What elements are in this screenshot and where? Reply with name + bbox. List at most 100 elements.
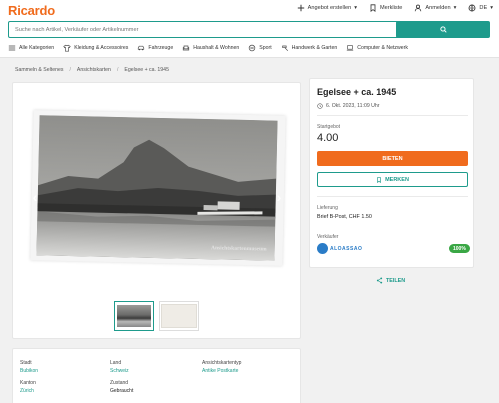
login-link[interactable]: Anmelden ▾ <box>414 4 456 12</box>
detail-key: Zustand <box>110 380 129 386</box>
chevron-down-icon: ▾ <box>354 5 357 11</box>
user-icon <box>415 4 422 12</box>
breadcrumb-item-current: Egelsee + ca. 1945 <box>124 67 169 73</box>
end-date: 6. Okt. 2023, 11:09 Uhr <box>317 103 380 109</box>
category-label: Computer & Netzwerk <box>357 45 408 51</box>
next-image-button[interactable]: › <box>274 188 284 206</box>
breadcrumb-item[interactable]: Ansichtskarten <box>77 67 111 73</box>
globe-icon <box>468 4 476 12</box>
thumbnail-image <box>117 305 151 327</box>
sofa-icon <box>183 45 190 51</box>
seller-name: ALOASSAO <box>330 245 363 252</box>
category-computer[interactable]: Computer & Netzwerk <box>346 44 408 52</box>
shirt-icon <box>63 44 71 52</box>
detail-value-link[interactable]: Bubikon <box>20 368 38 374</box>
chevron-down-icon: ▾ <box>490 5 493 11</box>
listing-panel: Egelsee + ca. 1945 6. Okt. 2023, 11:09 U… <box>309 78 474 268</box>
category-label: Handwerk & Garten <box>291 45 338 51</box>
end-date-text: 6. Okt. 2023, 11:09 Uhr <box>326 103 380 109</box>
price: 4.00 <box>317 132 339 144</box>
bid-button[interactable]: BIETEN <box>317 151 468 166</box>
chevron-right-icon: › <box>276 189 282 205</box>
search-box <box>8 21 408 38</box>
sell-link[interactable]: Angebot erstellen ▾ <box>297 4 357 12</box>
item-details: Stadt Bubikon Land Schweiz Ansichtskarte… <box>12 348 301 403</box>
top-bar: Ricardo Angebot erstellen ▾ Merkliste An… <box>0 0 499 58</box>
postcard-photo-drawing <box>36 115 278 261</box>
plus-icon <box>297 4 304 12</box>
laptop-icon <box>347 45 354 51</box>
category-all[interactable]: Alle Kategorien <box>8 44 54 52</box>
category-label: Kleidung & Accessoires <box>74 45 129 51</box>
bookmark-icon <box>370 4 376 12</box>
ball-icon <box>249 44 256 52</box>
category-label: Alle Kategorien <box>19 45 55 51</box>
detail-country: Land Schweiz <box>110 360 129 374</box>
detail-city: Stadt Bubikon <box>20 360 38 374</box>
detail-key: Stadt <box>20 360 32 366</box>
image-gallery: Ansichtskartenmuseum ‹ › <box>12 82 301 339</box>
thumbnail-2[interactable] <box>159 301 199 331</box>
sell-label: Angebot erstellen <box>307 5 352 11</box>
start-bid-label: Startgebot <box>317 124 341 130</box>
hammer-icon <box>281 45 288 52</box>
detail-value-link[interactable]: Antike Postkarte <box>202 368 241 374</box>
category-household[interactable]: Haushalt & Wohnen <box>182 44 239 52</box>
seller-label: Verkäufer <box>317 234 339 240</box>
chevron-left-icon: ‹ <box>32 189 38 205</box>
detail-card-type: Ansichtskartentyp Antike Postkarte <box>202 360 241 374</box>
chevron-down-icon: ▾ <box>453 5 457 11</box>
share-icon <box>376 277 383 284</box>
watch-label: MERKEN <box>385 176 409 183</box>
language-select[interactable]: DE ▾ <box>468 4 493 12</box>
watchlist-link[interactable]: Merkliste <box>369 4 402 12</box>
divider <box>317 115 468 116</box>
category-craft-garden[interactable]: Handwerk & Garten <box>281 44 338 52</box>
detail-value: Gebraucht <box>110 387 134 394</box>
delivery-value: Brief B-Post, CHF 1.50 <box>317 214 372 220</box>
breadcrumb-separator: / <box>69 67 71 73</box>
breadcrumb-item[interactable]: Sammeln & Seltenes <box>15 67 63 73</box>
category-nav: Alle Kategorien Kleidung & Accessoires F… <box>8 44 408 52</box>
divider <box>317 196 468 197</box>
detail-condition: Zustand Gebraucht <box>110 380 133 394</box>
category-clothing[interactable]: Kleidung & Accessoires <box>63 44 128 52</box>
thumbnail-image <box>161 304 197 328</box>
thumbnail-1[interactable] <box>114 301 154 331</box>
clock-icon <box>317 103 323 109</box>
category-vehicles[interactable]: Fahrzeuge <box>137 44 173 52</box>
search-input[interactable] <box>9 22 407 37</box>
breadcrumb: Sammeln & Seltenes / Ansichtskarten / Eg… <box>15 67 169 73</box>
watch-button[interactable]: MERKEN <box>317 172 468 187</box>
category-sport[interactable]: Sport <box>248 44 272 52</box>
category-label: Haushalt & Wohnen <box>193 45 240 51</box>
menu-icon <box>8 45 16 51</box>
breadcrumb-separator: / <box>116 67 119 73</box>
login-label: Anmelden <box>425 5 451 11</box>
logo[interactable]: Ricardo <box>8 3 55 18</box>
detail-value-link[interactable]: Schweiz <box>110 368 129 374</box>
search-icon <box>439 26 447 33</box>
rating-badge: 100% <box>449 244 470 253</box>
previous-image-button[interactable]: ‹ <box>30 188 40 206</box>
category-label: Fahrzeuge <box>148 45 174 51</box>
detail-canton: Kanton Zürich <box>20 380 36 394</box>
postcard-image: Ansichtskartenmuseum <box>36 115 278 261</box>
seller-link[interactable]: ALOASSAO <box>317 243 362 254</box>
listing-title: Egelsee + ca. 1945 <box>317 87 397 97</box>
detail-key: Ansichtskartentyp <box>202 360 242 366</box>
seller-avatar <box>317 243 328 254</box>
search-button[interactable] <box>396 21 490 38</box>
category-label: Sport <box>259 45 272 51</box>
car-icon <box>138 45 145 51</box>
share-button[interactable]: TEILEN <box>376 277 405 284</box>
thumbnail-strip <box>114 301 199 331</box>
detail-value-link[interactable]: Zürich <box>20 388 36 394</box>
main-photo[interactable]: Ansichtskartenmuseum <box>30 110 286 266</box>
top-links: Angebot erstellen ▾ Merkliste Anmelden ▾… <box>297 4 493 12</box>
delivery-label: Lieferung <box>317 205 338 211</box>
photo-watermark: Ansichtskartenmuseum <box>210 245 267 253</box>
detail-key: Land <box>110 360 122 366</box>
share-label: TEILEN <box>386 277 406 284</box>
watchlist-label: Merkliste <box>380 5 403 11</box>
